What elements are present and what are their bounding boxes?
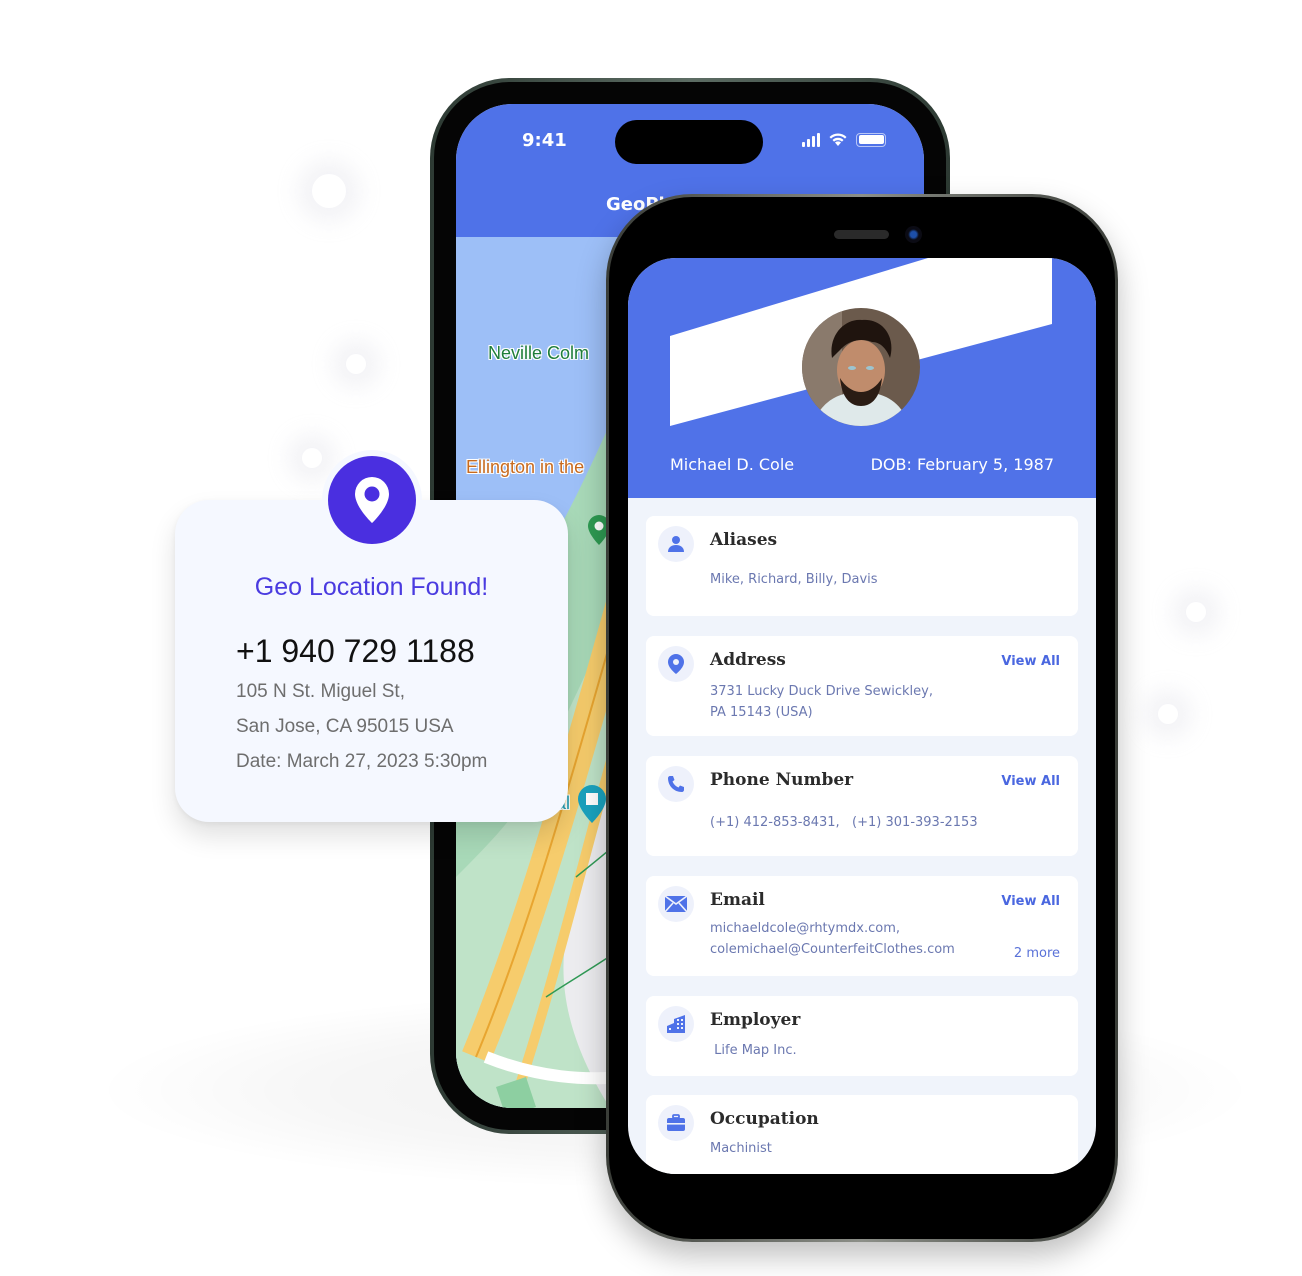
card-text: colemichael@CounterfeitClothes.com bbox=[710, 942, 955, 957]
card-text: Machinist bbox=[710, 1141, 772, 1156]
card-email[interactable]: Email View All michaeldcole@rhtymdx.com,… bbox=[646, 876, 1078, 976]
card-aliases[interactable]: Aliases Mike, Richard, Billy, Davis bbox=[646, 516, 1078, 616]
location-pin-icon bbox=[355, 477, 389, 523]
geo-address-line1: 105 N St. Miguel St, bbox=[236, 681, 405, 702]
dynamic-island bbox=[615, 120, 763, 164]
view-all-email-link[interactable]: View All bbox=[1001, 894, 1060, 909]
status-icons bbox=[802, 132, 886, 147]
card-text: Life Map Inc. bbox=[710, 1043, 797, 1058]
wifi-icon bbox=[829, 133, 847, 146]
view-all-address-link[interactable]: View All bbox=[1001, 654, 1060, 669]
front-camera bbox=[905, 226, 922, 243]
decorative-dot bbox=[312, 174, 346, 208]
view-all-phone-link[interactable]: View All bbox=[1001, 774, 1060, 789]
map-pin-museum-icon[interactable] bbox=[578, 785, 606, 823]
map-label: Neville Colm bbox=[488, 343, 590, 363]
geo-date: Date: March 27, 2023 5:30pm bbox=[236, 751, 488, 772]
card-title: Aliases bbox=[710, 530, 778, 550]
avatar-photo bbox=[802, 308, 920, 426]
building-icon bbox=[658, 1006, 694, 1042]
profile-dob: DOB: February 5, 1987 bbox=[870, 455, 1054, 474]
card-phone[interactable]: Phone Number View All (+1) 412-853-8431,… bbox=[646, 756, 1078, 856]
profile-header: Michael D. Cole DOB: February 5, 1987 bbox=[628, 258, 1096, 498]
battery-icon bbox=[856, 132, 886, 147]
front-phone: Michael D. Cole DOB: February 5, 1987 Al… bbox=[606, 194, 1118, 1242]
card-employer[interactable]: Employer Life Map Inc. bbox=[646, 996, 1078, 1076]
card-text: Mike, Richard, Billy, Davis bbox=[710, 572, 878, 587]
card-title: Occupation bbox=[710, 1109, 819, 1129]
card-occupation[interactable]: Occupation Machinist bbox=[646, 1095, 1078, 1174]
profile-name: Michael D. Cole bbox=[670, 455, 795, 474]
card-text: michaeldcole@rhtymdx.com, bbox=[710, 921, 900, 936]
decorative-dot bbox=[346, 354, 366, 374]
map-label: Ellington in the bbox=[466, 457, 585, 477]
briefcase-icon bbox=[658, 1105, 694, 1141]
decorative-dot bbox=[1186, 602, 1206, 622]
more-emails-link[interactable]: 2 more bbox=[1014, 946, 1060, 961]
envelope-icon bbox=[658, 886, 694, 922]
geo-location-pin-badge bbox=[328, 456, 416, 544]
location-pin-icon bbox=[658, 646, 694, 682]
person-icon bbox=[658, 526, 694, 562]
avatar[interactable] bbox=[802, 308, 920, 426]
speaker-grille bbox=[834, 230, 889, 239]
card-title: Employer bbox=[710, 1010, 801, 1030]
front-phone-bezel: Michael D. Cole DOB: February 5, 1987 Al… bbox=[609, 197, 1115, 1239]
decorative-dot bbox=[1158, 704, 1178, 724]
card-title: Address bbox=[710, 650, 786, 670]
geo-phone-number: +1 940 729 1188 bbox=[236, 633, 475, 669]
geo-location-card: Geo Location Found! +1 940 729 1188 105 … bbox=[175, 500, 568, 822]
card-text: (+1) 412-853-8431, (+1) 301-393-2153 bbox=[710, 815, 978, 830]
card-address[interactable]: Address View All 3731 Lucky Duck Drive S… bbox=[646, 636, 1078, 736]
status-time: 9:41 bbox=[522, 130, 567, 151]
geo-address-line2: San Jose, CA 95015 USA bbox=[236, 716, 454, 737]
card-text: 3731 Lucky Duck Drive Sewickley, bbox=[710, 684, 933, 699]
card-title: Phone Number bbox=[710, 770, 854, 790]
profile-screen: Michael D. Cole DOB: February 5, 1987 Al… bbox=[628, 258, 1096, 1174]
geo-title: Geo Location Found! bbox=[254, 573, 489, 601]
card-text: PA 15143 (USA) bbox=[710, 705, 813, 720]
signal-icon bbox=[802, 132, 820, 147]
card-title: Email bbox=[710, 890, 765, 910]
phone-icon bbox=[658, 766, 694, 802]
decorative-dot bbox=[302, 448, 322, 468]
